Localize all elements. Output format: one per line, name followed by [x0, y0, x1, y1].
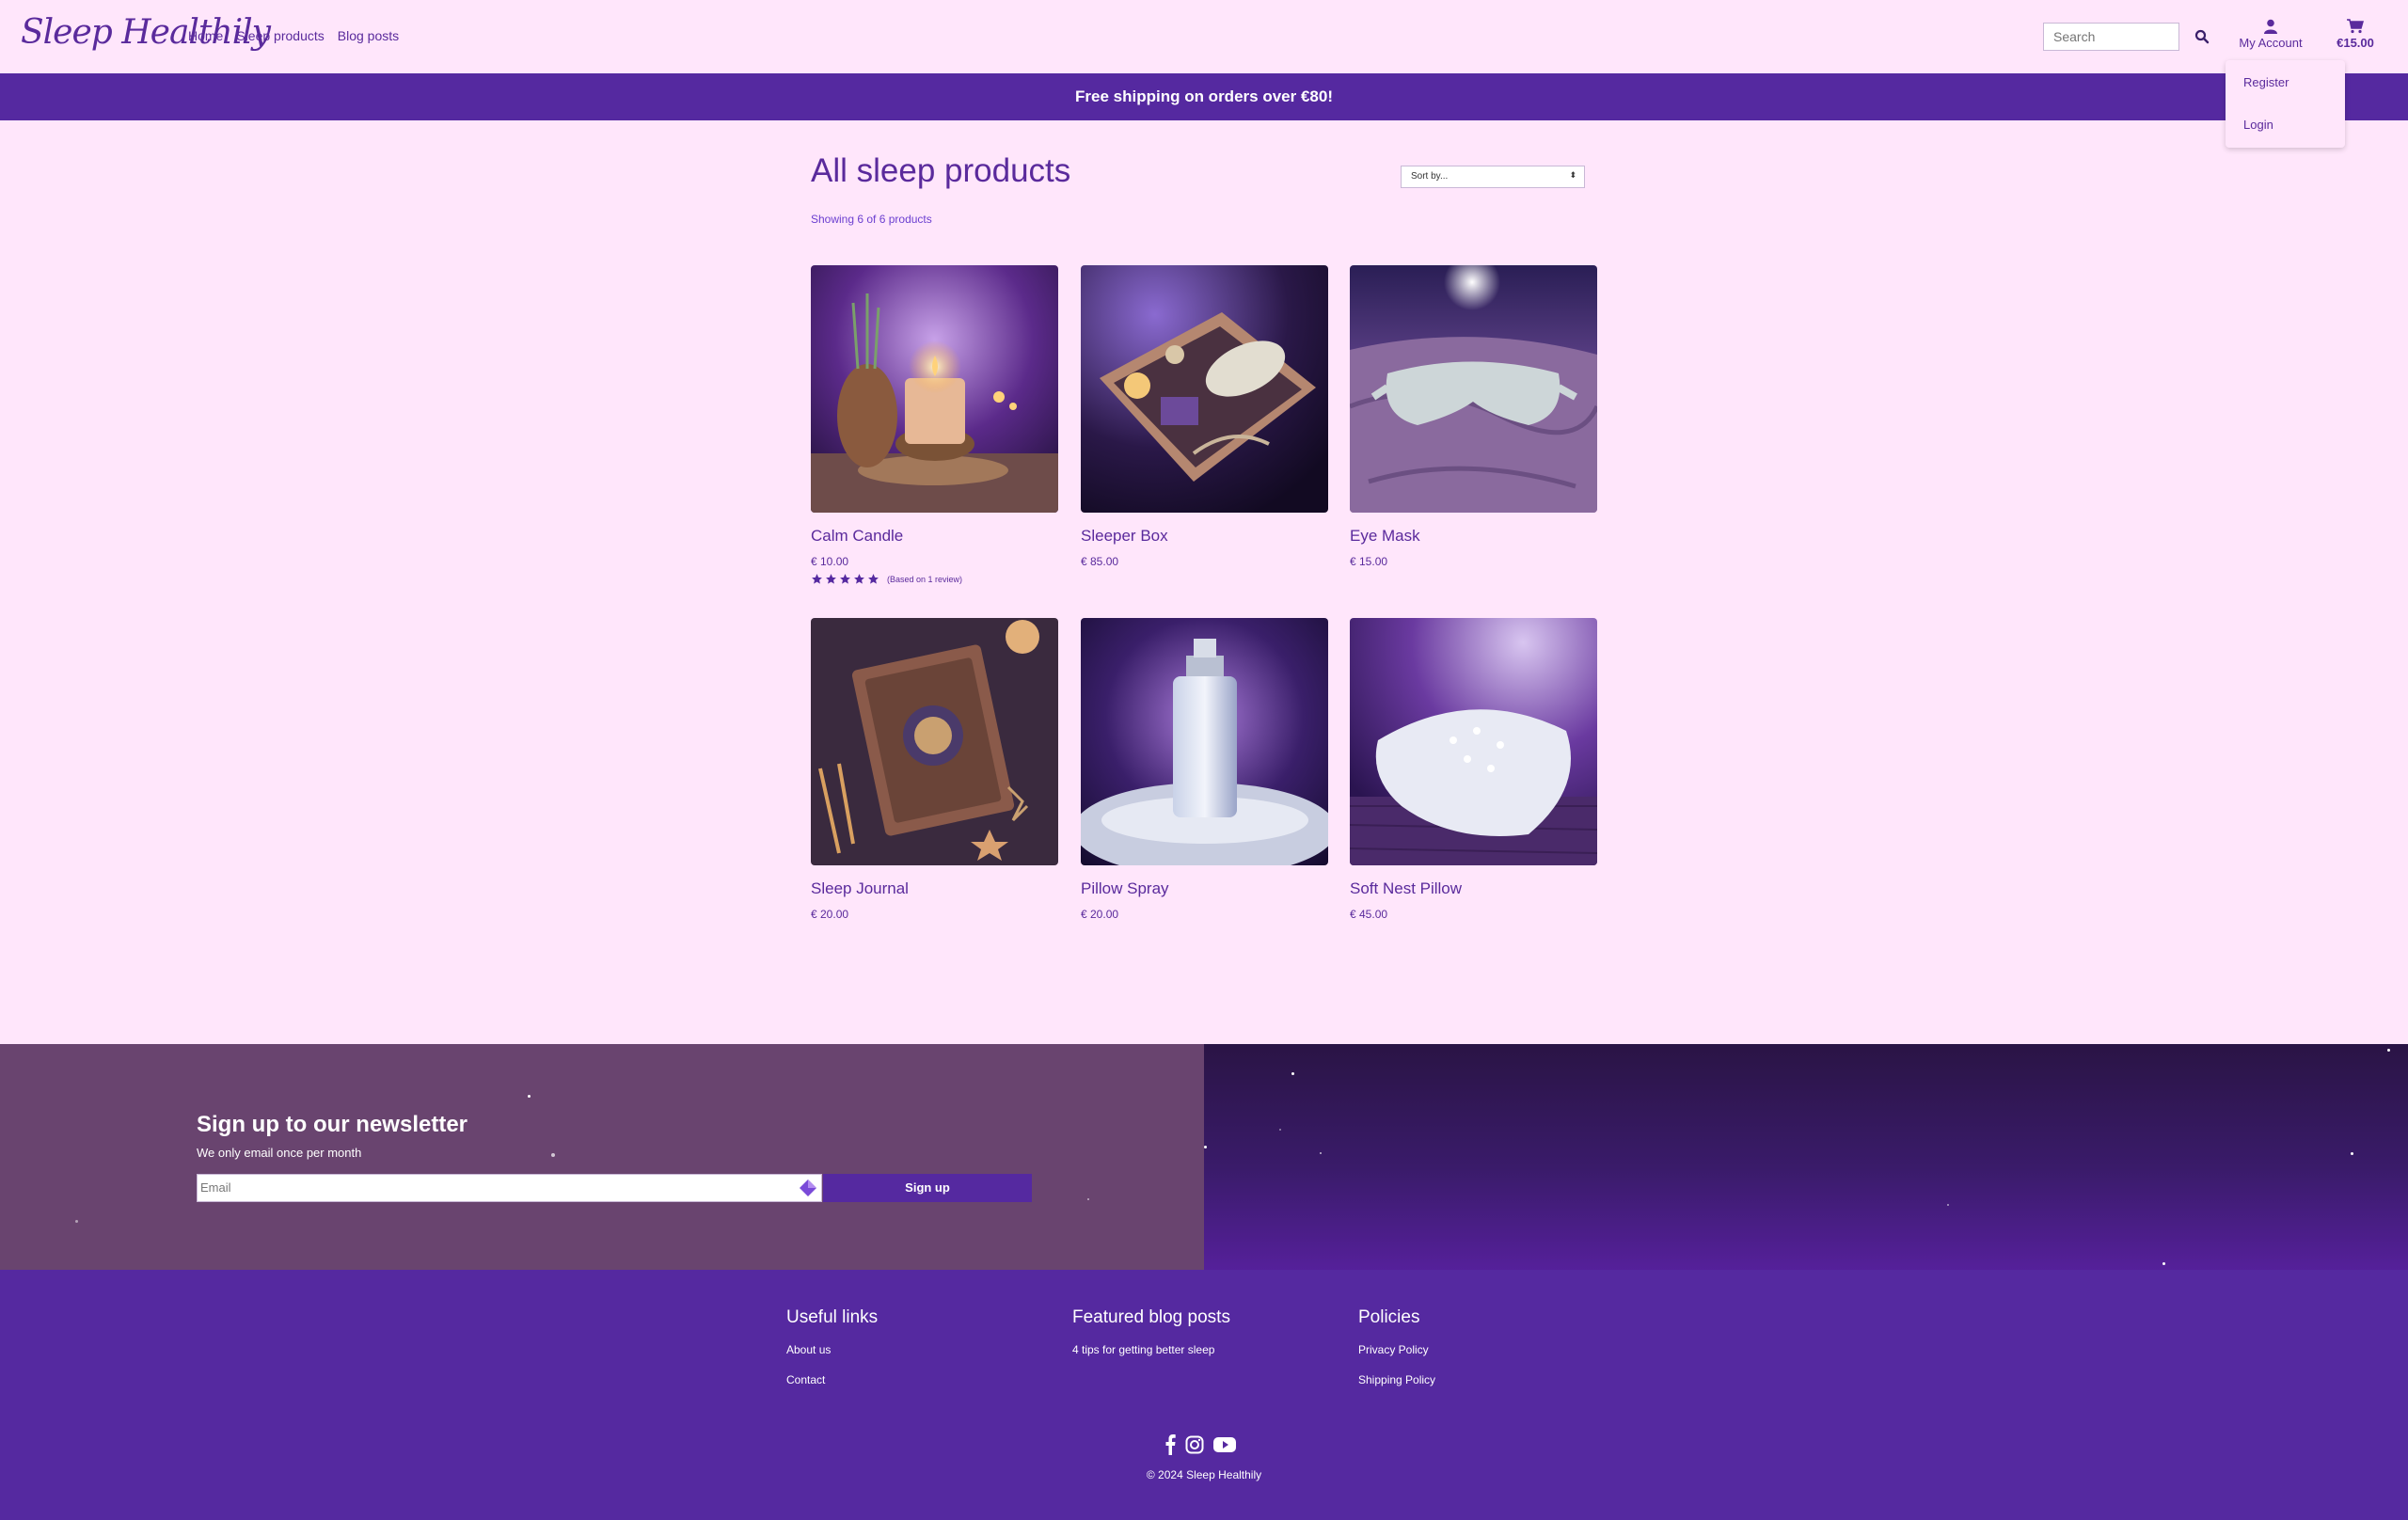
product-card-sleep-journal[interactable]: Sleep Journal € 20.00 [811, 618, 1058, 921]
footer-heading: Useful links [786, 1307, 879, 1327]
nav-home[interactable]: Home [188, 28, 223, 43]
instagram-icon[interactable] [1185, 1435, 1204, 1454]
product-name[interactable]: Soft Nest Pillow [1350, 879, 1597, 898]
products-count: Showing 6 of 6 products [811, 213, 932, 226]
product-image[interactable] [1350, 265, 1597, 513]
footer-heading: Featured blog posts [1072, 1307, 1230, 1327]
cart-total: €15.00 [2337, 36, 2374, 50]
product-price: € 10.00 [811, 555, 849, 568]
product-card-calm-candle[interactable]: Calm Candle € 10.00 (Based on 1 review) [811, 265, 1058, 585]
product-name[interactable]: Sleep Journal [811, 879, 1058, 898]
product-price: € 20.00 [811, 908, 849, 921]
footer-heading: Policies [1358, 1307, 1420, 1327]
night-sky-panel [1204, 1044, 2408, 1270]
product-card-eye-mask[interactable]: Eye Mask € 15.00 [1350, 265, 1597, 568]
nav-blog-posts[interactable]: Blog posts [338, 28, 399, 43]
signup-button[interactable]: Sign up [823, 1174, 1032, 1202]
product-image[interactable] [1081, 265, 1328, 513]
product-name[interactable]: Sleeper Box [1081, 527, 1328, 546]
footer-link-contact[interactable]: Contact [786, 1373, 878, 1386]
account-dropdown: Register Login [2226, 60, 2345, 148]
product-image[interactable] [811, 618, 1058, 865]
review-count[interactable]: (Based on 1 review) [887, 575, 962, 584]
email-field[interactable]: Email [197, 1174, 822, 1202]
sort-placeholder: Sort by... [1411, 171, 1449, 182]
product-card-soft-nest-pillow[interactable]: Soft Nest Pillow € 45.00 [1350, 618, 1597, 921]
register-link[interactable]: Register [2243, 75, 2289, 89]
site-footer: Useful links About us Contact Featured b… [0, 1270, 2408, 1520]
newsletter-title: Sign up to our newsletter [197, 1112, 468, 1137]
product-rating: (Based on 1 review) [811, 573, 1058, 585]
email-placeholder: Email [200, 1180, 231, 1195]
copyright: © 2024 Sleep Healthily [1146, 1468, 1262, 1481]
product-image[interactable] [1350, 618, 1597, 865]
login-link[interactable]: Login [2243, 118, 2273, 132]
chevron-updown-icon: ⬍ [1569, 170, 1576, 180]
star-icon [826, 574, 836, 584]
footer-link-privacy[interactable]: Privacy Policy [1358, 1343, 1435, 1356]
social-links [1164, 1434, 1236, 1455]
newsletter-subtitle: We only email once per month [197, 1146, 362, 1160]
cart-icon [2347, 19, 2364, 34]
star-icon [812, 574, 822, 584]
newsletter-panel [0, 1044, 1204, 1270]
password-manager-icon[interactable] [799, 1179, 817, 1197]
star-icon [868, 574, 879, 584]
product-image[interactable] [811, 265, 1058, 513]
account-button[interactable]: My Account [2233, 17, 2308, 55]
product-card-sleeper-box[interactable]: Sleeper Box € 85.00 [1081, 265, 1328, 568]
main-nav: Home Sleep products Blog posts [188, 28, 399, 43]
search-icon[interactable] [2192, 26, 2212, 47]
product-price: € 45.00 [1350, 908, 1388, 921]
footer-featured-posts: Featured blog posts 4 tips for getting b… [1072, 1307, 1230, 1373]
search-input[interactable] [2043, 23, 2179, 51]
product-price: € 20.00 [1081, 908, 1119, 921]
footer-link-blog-post[interactable]: 4 tips for getting better sleep [1072, 1343, 1230, 1356]
sort-select[interactable]: Sort by... ⬍ [1401, 166, 1585, 188]
site-header: Sleep Healthily Home Sleep products Blog… [0, 0, 2408, 73]
user-icon [2264, 19, 2277, 34]
page-title: All sleep products [811, 152, 1071, 189]
product-price: € 85.00 [1081, 555, 1119, 568]
product-name[interactable]: Calm Candle [811, 527, 1058, 546]
product-image[interactable] [1081, 618, 1328, 865]
newsletter-section: Sign up to our newsletter We only email … [0, 1044, 2408, 1270]
product-name[interactable]: Eye Mask [1350, 527, 1597, 546]
account-label: My Account [2239, 36, 2303, 50]
star-icon [840, 574, 850, 584]
footer-policies: Policies Privacy Policy Shipping Policy [1358, 1307, 1435, 1403]
footer-link-about[interactable]: About us [786, 1343, 878, 1356]
product-price: € 15.00 [1350, 555, 1388, 568]
product-name[interactable]: Pillow Spray [1081, 879, 1328, 898]
youtube-icon[interactable] [1213, 1436, 1236, 1453]
shipping-banner: Free shipping on orders over €80! [0, 73, 2408, 120]
footer-useful-links: Useful links About us Contact [786, 1307, 878, 1403]
star-icon [854, 574, 864, 584]
nav-sleep-products[interactable]: Sleep products [236, 28, 324, 43]
facebook-icon[interactable] [1164, 1434, 1176, 1455]
footer-link-shipping[interactable]: Shipping Policy [1358, 1373, 1435, 1386]
cart-button[interactable]: €15.00 [2331, 17, 2380, 55]
product-card-pillow-spray[interactable]: Pillow Spray € 20.00 [1081, 618, 1328, 921]
